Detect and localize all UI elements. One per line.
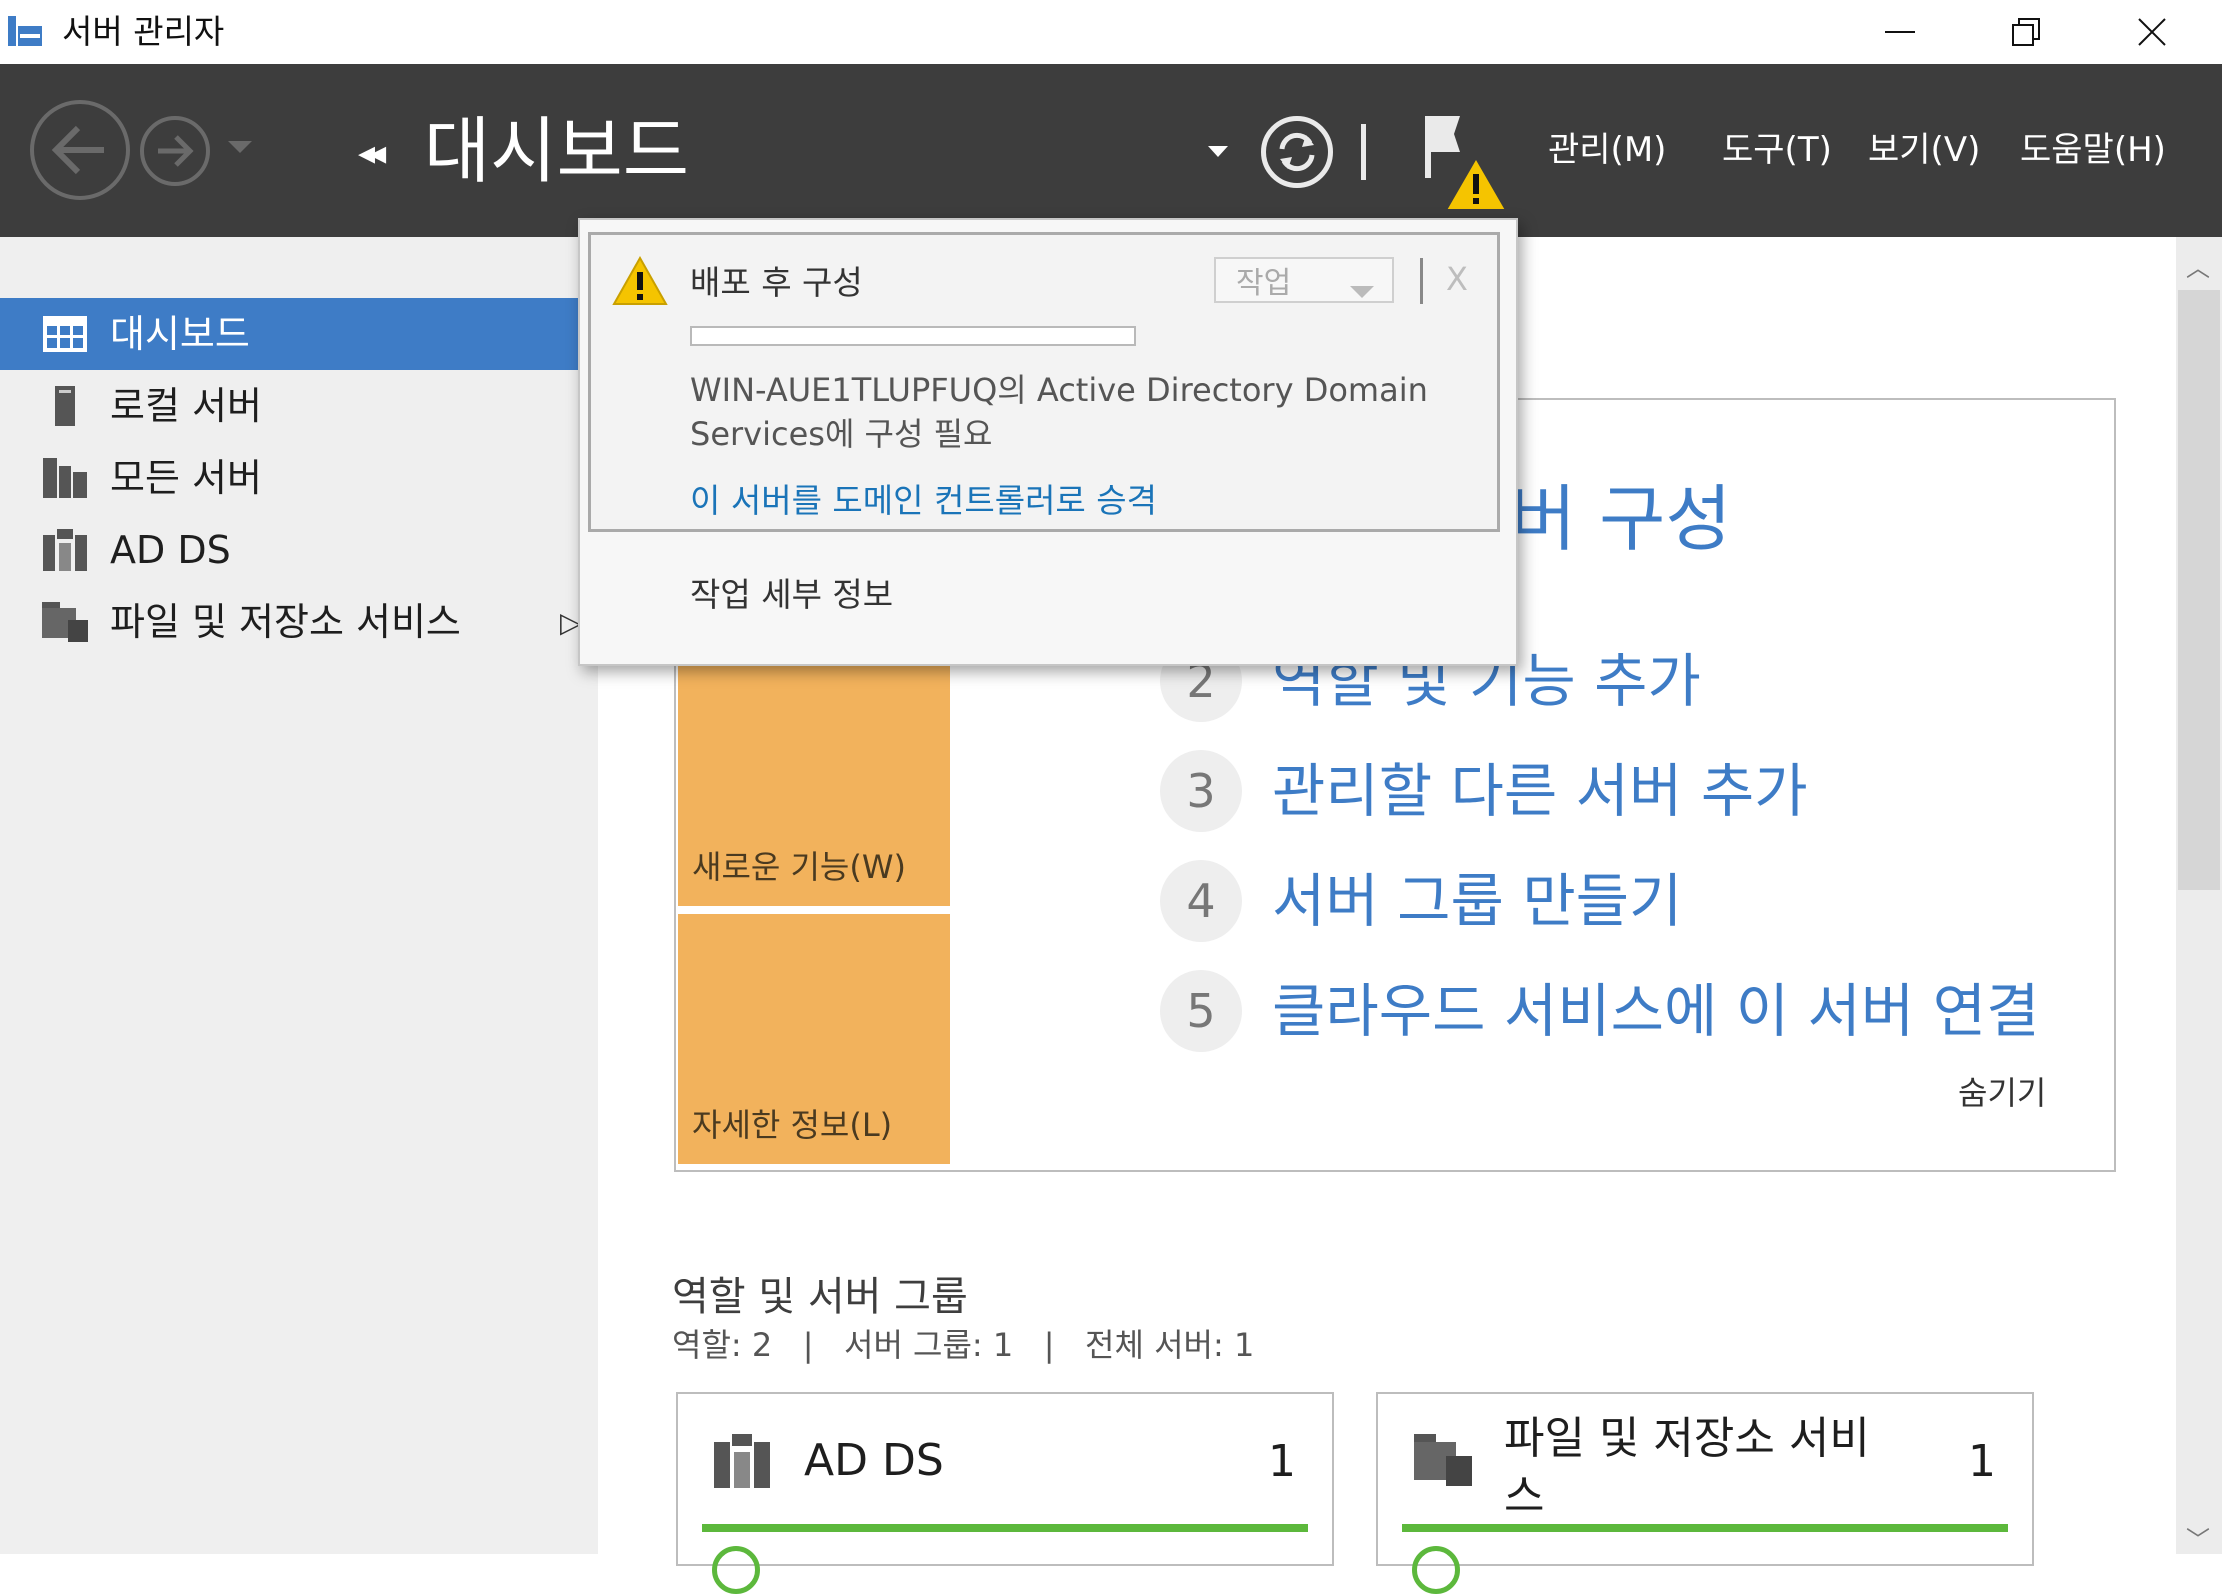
scroll-down-icon[interactable]: ﹀	[2186, 1520, 2210, 1555]
step-create-group-link[interactable]: 서버 그룹 만들기	[1272, 856, 1682, 946]
breadcrumb-arrows-icon: ◂◂	[358, 133, 386, 173]
status-ok-icon	[1412, 1546, 1460, 1594]
sidebar-item-all-servers[interactable]: 모든 서버	[0, 442, 598, 514]
sidebar-item-file-storage[interactable]: 파일 및 저장소 서비스	[0, 586, 598, 658]
sidebar-item-ad-ds[interactable]: AD DS	[0, 514, 598, 586]
sidebar-item-dashboard[interactable]: 대시보드	[0, 298, 598, 370]
quickstart-title: 버 구성	[1510, 477, 1732, 561]
task-dropdown-button[interactable]: 작업	[1214, 257, 1394, 303]
learn-more-tile[interactable]: 자세한 정보(L)	[678, 914, 950, 1164]
task-button-label: 작업	[1236, 266, 1292, 301]
server-manager-icon	[6, 12, 46, 52]
sidebar-item-label: 대시보드	[110, 312, 250, 356]
back-button[interactable]	[30, 100, 130, 200]
role-card-name: 파일 및 저장소 서비 스	[1504, 1413, 1870, 1522]
dashboard-icon	[40, 309, 90, 359]
status-ok-icon	[712, 1546, 760, 1594]
dismiss-notification-button[interactable]: X	[1446, 260, 1468, 298]
roles-section-title: 역할 및 서버 그룹	[672, 1274, 968, 1320]
ad-ds-icon	[40, 525, 90, 575]
title-bar: 서버 관리자	[0, 0, 2222, 65]
step-number: 4	[1160, 860, 1242, 942]
notification-title: 배포 후 구성	[690, 263, 863, 302]
sidebar-item-label: 모든 서버	[110, 456, 262, 500]
task-details-link[interactable]: 작업 세부 정보	[690, 568, 893, 616]
warning-icon	[612, 255, 668, 310]
role-card-count: 1	[1268, 1436, 1296, 1487]
step-connect-cloud-link[interactable]: 클라우드 서비스에 이 서버 연결	[1272, 966, 2039, 1056]
breadcrumb-dropdown-icon[interactable]	[1208, 143, 1228, 162]
file-storage-icon	[40, 597, 90, 647]
page-title: 대시보드	[424, 109, 689, 193]
status-bar	[702, 1524, 1308, 1532]
role-card-ad-ds[interactable]: AD DS 1	[676, 1392, 1334, 1594]
whats-new-label: 새로운 기능(W)	[692, 848, 906, 886]
chevron-down-icon	[1350, 273, 1374, 308]
servers-icon	[40, 453, 90, 503]
promote-dc-link[interactable]: 이 서버를 도메인 컨트롤러로 승격	[690, 474, 1157, 522]
scroll-up-icon[interactable]: ︿	[2186, 248, 2210, 283]
header-separator	[1361, 124, 1366, 180]
close-button[interactable]	[2089, 0, 2215, 64]
role-card-name: AD DS	[804, 1435, 944, 1486]
scrollbar-thumb[interactable]	[2178, 290, 2220, 890]
forward-button[interactable]	[140, 116, 210, 186]
notification-message: WIN-AUE1TLUPFUQ의 Active Directory Domain…	[690, 371, 1428, 453]
menu-manage[interactable]: 관리(M)	[1548, 125, 1666, 175]
progress-bar	[690, 326, 1136, 346]
file-storage-icon	[1414, 1434, 1472, 1490]
step-add-servers-link[interactable]: 관리할 다른 서버 추가	[1272, 746, 1808, 836]
server-icon	[40, 381, 90, 431]
ad-ds-icon	[714, 1434, 770, 1490]
sidebar-item-label: 로컬 서버	[110, 384, 262, 428]
history-dropdown-icon[interactable]	[228, 140, 252, 159]
minimize-button[interactable]	[1837, 0, 1963, 64]
sidebar-item-label: 파일 및 저장소 서비스	[110, 600, 461, 644]
whats-new-tile[interactable]: 새로운 기능(W)	[678, 640, 950, 906]
menu-view[interactable]: 보기(V)	[1868, 125, 1980, 175]
status-bar	[1402, 1524, 2008, 1532]
sidebar-item-label: AD DS	[110, 528, 231, 572]
roles-summary: 역할: 2 | 서버 그룹: 1 | 전체 서버: 1	[672, 1326, 1255, 1364]
role-card-file-storage[interactable]: 파일 및 저장소 서비 스 1	[1376, 1392, 2034, 1594]
learn-more-label: 자세한 정보(L)	[692, 1106, 893, 1144]
refresh-button[interactable]	[1261, 116, 1333, 188]
role-card-count: 1	[1968, 1436, 1996, 1487]
notifications-flag-button[interactable]	[1420, 112, 1510, 212]
step-number: 5	[1160, 970, 1242, 1052]
window-title: 서버 관리자	[62, 12, 225, 51]
menu-tools[interactable]: 도구(T)	[1722, 125, 1832, 175]
sidebar-item-local-server[interactable]: 로컬 서버	[0, 370, 598, 442]
hide-link[interactable]: 숨기기	[1958, 1068, 2046, 1114]
menu-help[interactable]: 도움말(H)	[2020, 125, 2166, 175]
restore-button[interactable]	[1963, 0, 2089, 64]
notification-separator	[1420, 258, 1423, 304]
step-number: 3	[1160, 750, 1242, 832]
